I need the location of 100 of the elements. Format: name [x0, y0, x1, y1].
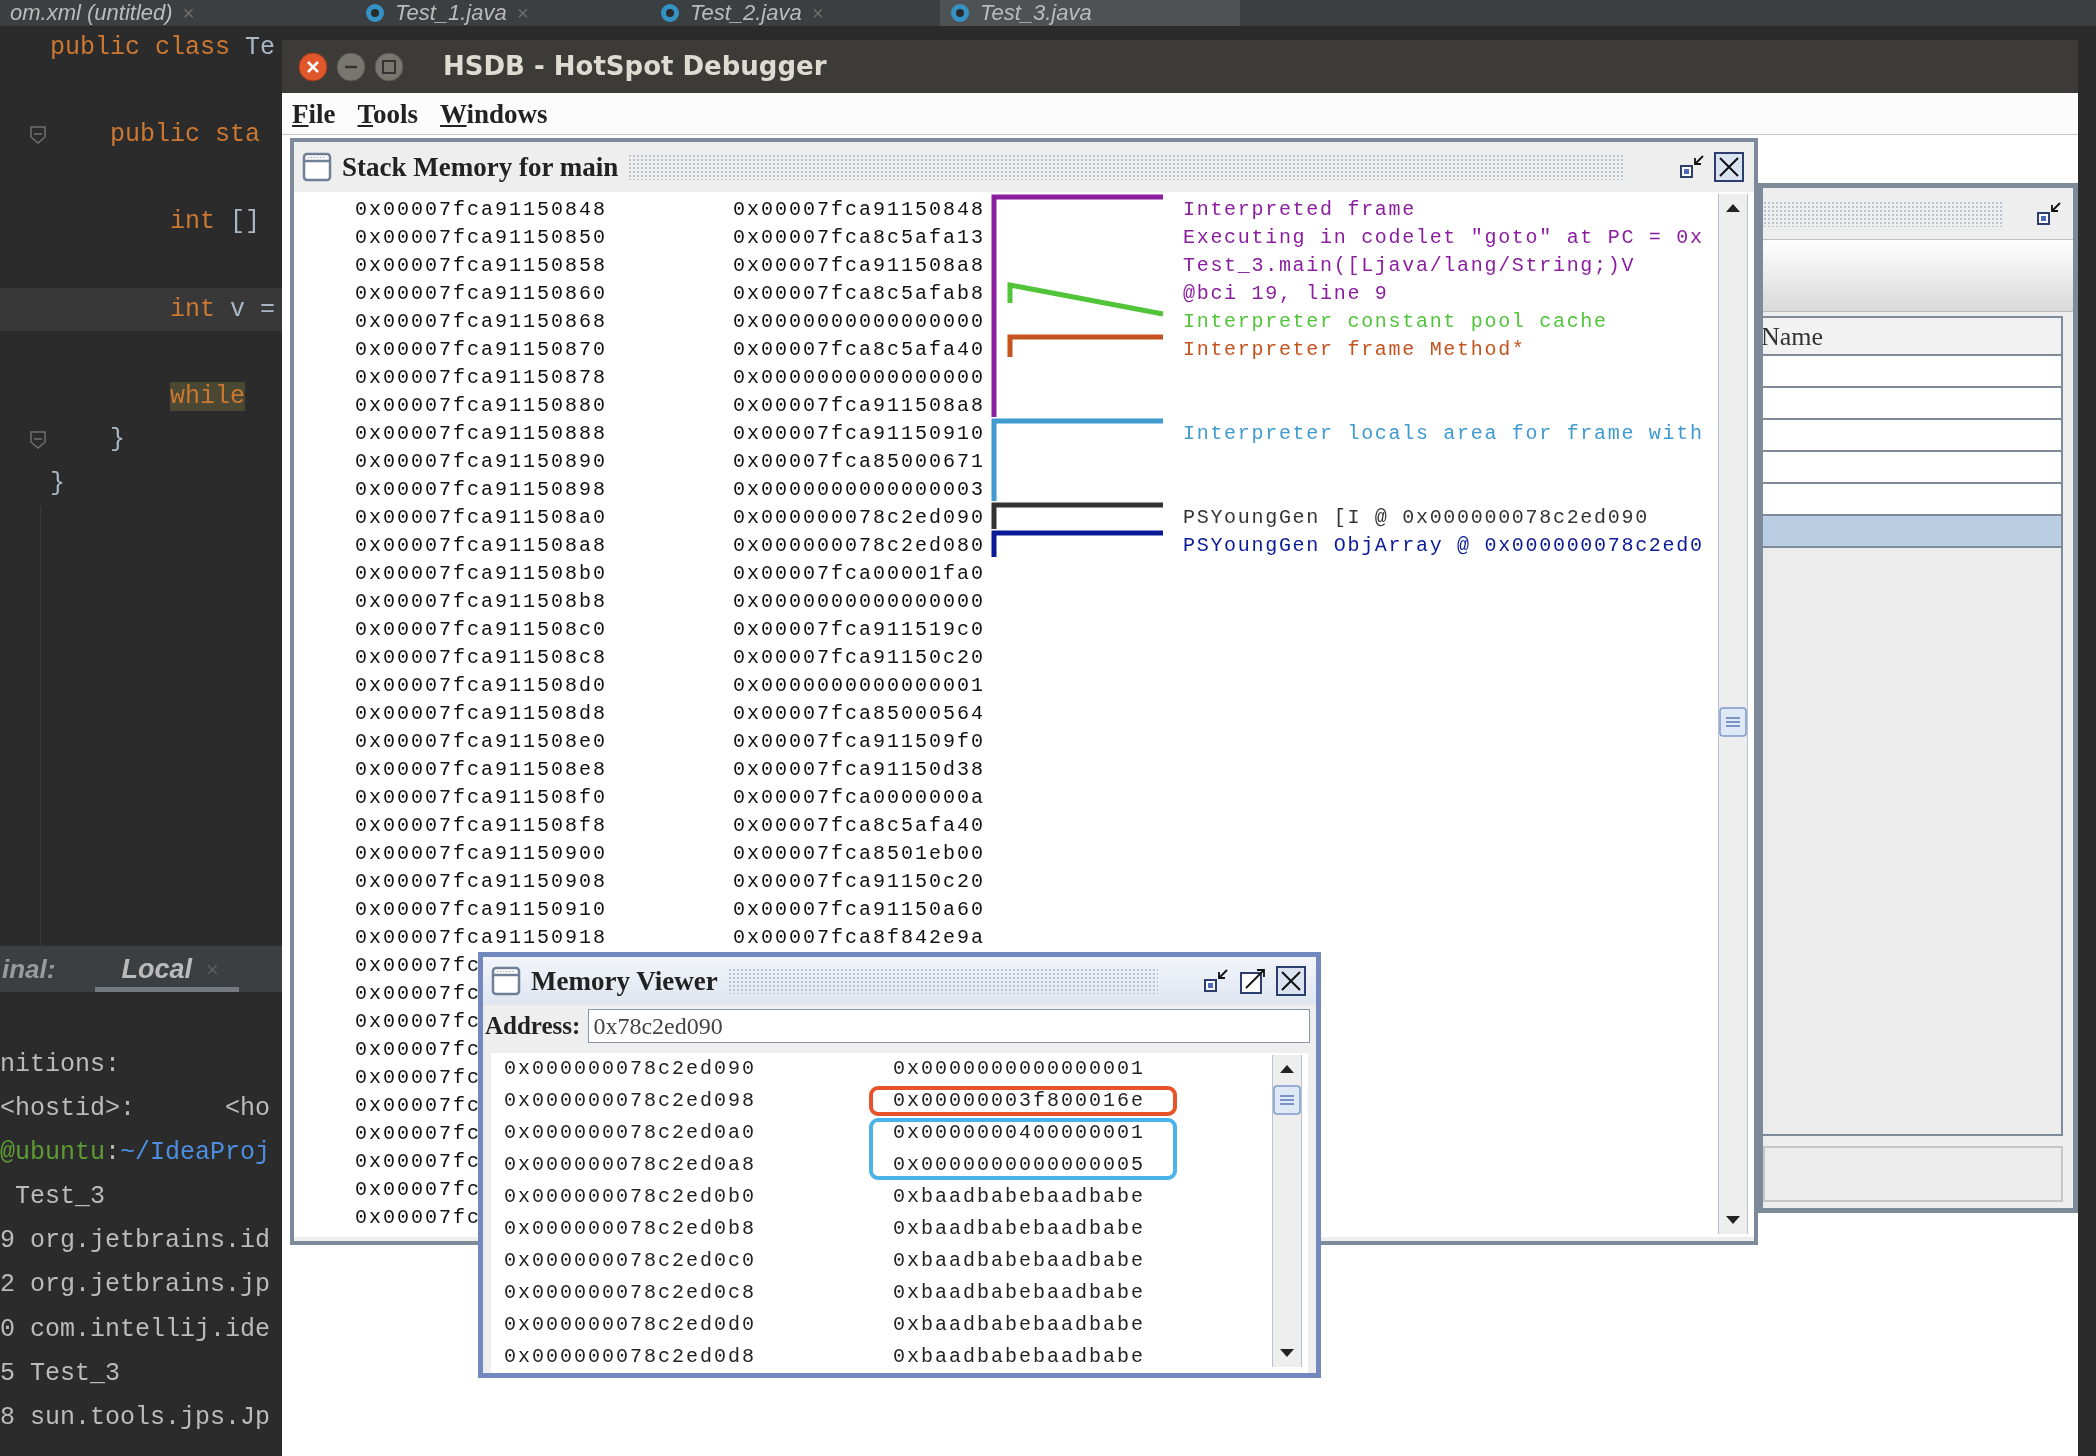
table-cell-text: 0x0000000000000000 — [733, 309, 986, 335]
table-cell-text: 0x00007fca91150878 — [355, 365, 609, 391]
scroll-thumb[interactable] — [1273, 1085, 1301, 1115]
table-cell-text: 0x0000000000000000 — [733, 365, 986, 391]
table-cell-text: 0x00007fc — [355, 1205, 482, 1231]
table-cell-text: 0x00007fca8f842e9a — [733, 925, 986, 951]
table-cell-text: 0x00007fca91150c20 — [733, 645, 986, 671]
table-cell-text: 0x00007fca911508c0 — [355, 617, 609, 643]
table-cell-text: 0x00007fca911508a8 — [733, 253, 986, 279]
fold-icon[interactable] — [29, 125, 47, 146]
minimize-icon[interactable] — [2035, 199, 2063, 228]
annotation-label: PSYoungGen [I @ 0x000000078c2ed090 — [1183, 505, 1649, 531]
table-cell-text: 0x000000078c2ed0a0 — [504, 1120, 758, 1146]
table-cell-text: 0x00007fca911508f8 — [355, 813, 609, 839]
table-cell-text: 0x00007fc — [355, 1121, 482, 1147]
annotation-label: PSYoungGen ObjArray @ 0x000000078c2ed0 — [1183, 533, 1704, 559]
table-cell-text: 0x00007fc — [355, 953, 482, 979]
annotation-label: @bci 19, line 9 — [1183, 281, 1389, 307]
scrollbar[interactable] — [1272, 1055, 1302, 1367]
close-button[interactable] — [297, 50, 329, 83]
table-cell-text: 0x0000000000000001 — [733, 673, 986, 699]
table-cell-text: 0x00007fca91150910 — [355, 897, 609, 923]
terminal-line: 5 Test_3 — [0, 1358, 121, 1388]
table-cell-text: 0x00007fca8c5afa40 — [733, 813, 986, 839]
minimize-icon[interactable] — [1202, 967, 1230, 995]
annotation-label: Test_3.main([Ljava/lang/String;)V — [1183, 253, 1636, 279]
table-cell-text: 0x00000003f800016e — [893, 1088, 1146, 1114]
file-icon — [365, 3, 385, 23]
table-cell-text: 0x00007fc — [355, 1177, 482, 1203]
table-cell-text: 0x00007fca8c5afa40 — [733, 337, 986, 363]
table-row[interactable] — [1763, 420, 2061, 452]
menu-item[interactable]: Tools — [357, 98, 419, 129]
table-cell-text: 0x000000078c2ed090 — [733, 505, 986, 531]
table-cell-text: 0x00007fca91150908 — [355, 869, 609, 895]
table-cell-text: 0x00007fca91150890 — [355, 449, 609, 475]
table-row[interactable] — [1763, 516, 2061, 548]
table-cell-text: 0x00007fc — [355, 1149, 482, 1175]
field-label: Address: — [484, 1011, 581, 1042]
editor-tab[interactable]: Test_3.java — [940, 0, 1240, 26]
table-cell-text: 0x00007fca91150888 — [355, 421, 609, 447]
scrollbar[interactable] — [1718, 194, 1748, 1234]
editor-tab[interactable]: om.xml (untitled) × — [0, 0, 355, 26]
table-row[interactable] — [1763, 484, 2061, 516]
code-line: public class Te — [50, 33, 276, 62]
table-cell-text: 0x000000078c2ed098 — [504, 1088, 758, 1114]
frame-title: Memory Viewer — [531, 964, 718, 998]
terminal-line: <hostid>: <ho — [0, 1094, 271, 1124]
file-icon — [950, 3, 970, 23]
table-cell-text: 0x00007fca911508a8 — [355, 533, 609, 559]
table-cell-text: 0x00007fca91150860 — [355, 281, 609, 307]
table-cell-text: 0x00007fca911508e8 — [355, 757, 609, 783]
table-cell-text: 0x00007fc — [355, 1093, 482, 1119]
menu-item[interactable]: File — [292, 98, 336, 129]
close-icon[interactable] — [1276, 966, 1306, 996]
table-cell-text: 0x00007fca8501eb00 — [733, 841, 986, 867]
table-cell-text: 0x00007fca911509f0 — [733, 729, 986, 755]
table-cell-text: 0x00007fc — [355, 981, 482, 1007]
terminal-line: 2 org.jetbrains.jp — [0, 1270, 271, 1300]
maximize-icon[interactable] — [1238, 966, 1268, 996]
table-cell-text: 0x000000078c2ed0c0 — [504, 1248, 758, 1274]
table-cell-text: 0x0000000000000005 — [893, 1152, 1146, 1178]
table-cell-text: 0xbaadbabebaadbabe — [893, 1280, 1146, 1306]
terminal-label: inal: — [2, 952, 56, 986]
table-cell-text: 0x00007fca85000671 — [733, 449, 986, 475]
close-icon[interactable] — [1714, 152, 1744, 182]
table-cell-text: 0x000000078c2ed0b0 — [504, 1184, 758, 1210]
annotation-label: Interpreter frame Method* — [1183, 337, 1526, 363]
table-cell-text: 0x00007fca911508f0 — [355, 785, 609, 811]
table-cell-text: 0x00007fca91150a60 — [733, 897, 986, 923]
table-cell-text: 0x00007fca91150868 — [355, 309, 609, 335]
editor-tab[interactable]: Test_1.java × — [355, 0, 650, 26]
terminal-line: 9 org.jetbrains.id — [0, 1226, 271, 1256]
table-cell-text: 0xbaadbabebaadbabe — [893, 1344, 1146, 1370]
table-cell-text: 0x00007fca91150848 — [355, 197, 609, 223]
terminal-tab[interactable]: Local × — [95, 946, 239, 992]
table-cell-text: 0x00007fca91150880 — [355, 393, 609, 419]
minimize-button[interactable] — [335, 50, 367, 83]
terminal-line: Test_3 — [14, 1182, 106, 1212]
annotation-label: Interpreter constant pool cache — [1183, 309, 1608, 335]
minimize-icon[interactable] — [1678, 153, 1706, 181]
table-cell-text: 0xbaadbabebaadbabe — [893, 1312, 1146, 1338]
table-row[interactable] — [1763, 452, 2061, 484]
table-cell-text: 0x000000078c2ed0b8 — [504, 1216, 758, 1242]
scroll-thumb[interactable] — [1719, 707, 1747, 737]
table-cell-text: 0x00007fc — [355, 1037, 482, 1063]
table-cell-text: 0x00007fca911508a0 — [355, 505, 609, 531]
table-row[interactable] — [1763, 388, 2061, 420]
menu-item[interactable]: Windows — [440, 98, 548, 129]
maximize-button[interactable] — [373, 50, 405, 83]
table-cell-text: 0x00007fca91150848 — [733, 197, 986, 223]
table-cell-text: 0x00007fc — [355, 1065, 482, 1091]
address-field[interactable]: 0x78c2ed090 — [588, 1009, 1310, 1043]
frame-title: Stack Memory for main — [342, 150, 619, 184]
table-cell-text: 0x00007fca91150850 — [355, 225, 609, 251]
table-cell-text: 0x00007fca911519c0 — [733, 617, 986, 643]
editor-tab[interactable]: Test_2.java × — [650, 0, 940, 26]
table-row[interactable] — [1763, 356, 2061, 388]
fold-icon[interactable] — [29, 430, 47, 451]
code-line: int [] — [169, 207, 261, 237]
table-cell-text: 0x000000078c2ed0c8 — [504, 1280, 758, 1306]
